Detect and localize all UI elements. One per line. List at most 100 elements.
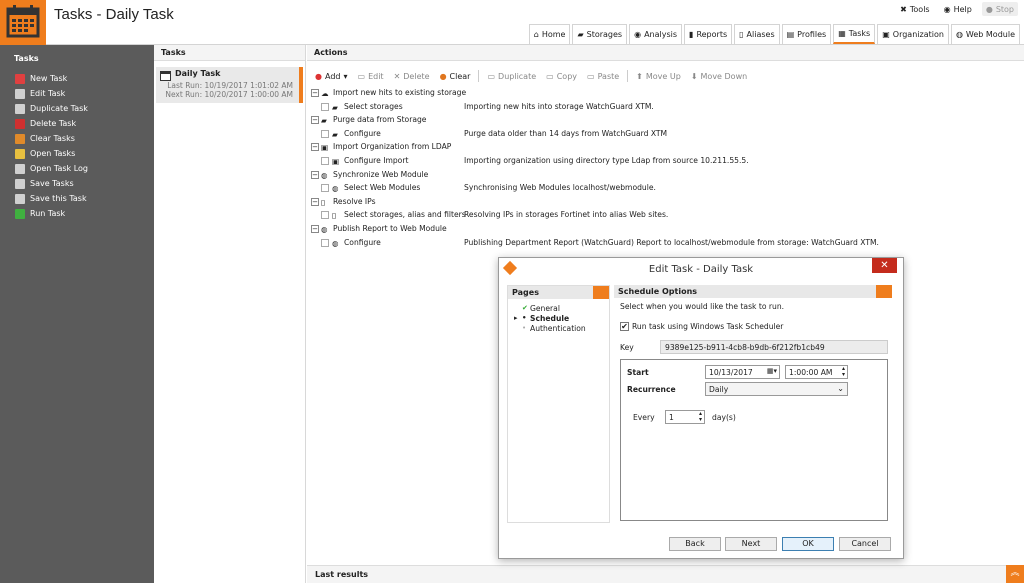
step-checkbox[interactable] xyxy=(321,102,329,111)
chevron-up-icon[interactable]: ︽ xyxy=(1006,565,1024,583)
sidebar-item-run-task[interactable]: Run Task xyxy=(0,206,154,221)
copy-button[interactable]: ▭ Copy xyxy=(542,72,581,81)
tree-row-action[interactable]: − ▯ Resolve IPs xyxy=(307,196,1024,210)
check-icon: ✔ xyxy=(522,304,528,312)
book-icon: ▯ xyxy=(321,197,326,207)
tree-row-step[interactable]: ▯ Select storages, alias and filters Resol… xyxy=(307,209,1024,223)
sidebar-item-save-tasks[interactable]: Save Tasks xyxy=(0,176,154,191)
tab-home[interactable]: ⌂ Home xyxy=(528,24,571,44)
sidebar-item-open-task-log[interactable]: Open Task Log xyxy=(0,161,154,176)
delete-icon: ✕ xyxy=(393,71,401,81)
scheduler-checkbox-row[interactable]: ✔ Run task using Windows Task Scheduler xyxy=(620,322,783,331)
tree-row-step[interactable]: ◍ Select Web Modules Synchronising Web Mod… xyxy=(307,182,1024,196)
dialog-title: Edit Task - Daily Task xyxy=(648,264,754,275)
paste-button[interactable]: ▭ Paste xyxy=(583,72,623,81)
collapse-toggle[interactable]: − xyxy=(311,197,319,206)
paste-icon: ▭ xyxy=(587,71,595,81)
sidebar-item-open-tasks[interactable]: Open Tasks xyxy=(0,146,154,161)
tab-tasks[interactable]: ▦ Tasks xyxy=(833,24,876,44)
sidebar-item-save-this-task[interactable]: Save this Task xyxy=(0,191,154,206)
tab-storages[interactable]: ▰ Storages xyxy=(572,24,628,44)
tab-analysis[interactable]: ◉ Analysis xyxy=(629,24,683,44)
every-unit-label: day(s) xyxy=(712,413,736,422)
tab-organization[interactable]: ▣ Organization xyxy=(877,24,949,44)
tree-row-action[interactable]: − ◍ Synchronize Web Module xyxy=(307,169,1024,183)
sidebar-item-label: New Task xyxy=(30,74,68,83)
tree-row-step[interactable]: ▰ Configure Purge data older than 14 days … xyxy=(307,128,1024,142)
tab-aliases[interactable]: ▯ Aliases xyxy=(734,24,780,44)
last-results-header[interactable]: Last results xyxy=(307,565,1024,583)
sidebar-item-label: Clear Tasks xyxy=(30,134,75,143)
start-date-picker[interactable]: 10/13/2017 ▦▾ xyxy=(705,365,780,379)
sidebar-item-label: Open Tasks xyxy=(30,149,76,158)
step-checkbox[interactable] xyxy=(321,129,329,138)
collapse-toggle[interactable]: − xyxy=(311,143,319,152)
action-label: Publish Report to Web Module xyxy=(333,223,447,233)
key-field: 9389e125-b911-4cb8-b9db-6f212fb1cb49 xyxy=(660,340,888,354)
spinner-icon[interactable]: ▴ ▾ xyxy=(842,366,845,378)
copy-label: Copy xyxy=(556,71,578,81)
sidebar-item-clear-tasks[interactable]: Clear Tasks xyxy=(0,131,154,146)
tree-row-step[interactable]: ◍ Configure Publishing Department Report (… xyxy=(307,237,1024,251)
step-checkbox[interactable] xyxy=(321,211,329,220)
delete-button[interactable]: ✕ Delete xyxy=(390,72,434,81)
next-button[interactable]: Next xyxy=(725,537,777,551)
tree-row-action[interactable]: − ☁ Import new hits to existing storage xyxy=(307,87,1024,101)
edit-button[interactable]: ▭ Edit xyxy=(354,72,388,81)
collapse-toggle[interactable]: − xyxy=(311,224,319,233)
add-button[interactable]: ● Add ▾ xyxy=(311,72,352,81)
tools-link[interactable]: ✖ Tools xyxy=(896,2,933,16)
collapse-toggle[interactable]: − xyxy=(311,89,319,97)
task-card[interactable]: Daily Task Last Run: 10/19/2017 1:01:02 … xyxy=(156,67,303,103)
calendar-icon: ▦ xyxy=(838,29,846,38)
spinner-icon[interactable]: ▴ ▾ xyxy=(699,411,702,423)
clear-button[interactable]: ● Clear xyxy=(436,72,475,81)
duplicate-label: Duplicate xyxy=(498,71,537,81)
every-stepper[interactable]: 1 ▴ ▾ xyxy=(665,410,705,424)
sidebar-item-edit-task[interactable]: Edit Task xyxy=(0,86,154,101)
tree-row-step[interactable]: ▰ Select storages Importing new hits into … xyxy=(307,101,1024,115)
duplicate-button[interactable]: ▭ Duplicate xyxy=(483,72,540,81)
key-label: Key xyxy=(620,343,634,352)
close-icon[interactable]: ✕ xyxy=(872,258,897,273)
tree-row-action[interactable]: − ◍ Publish Report to Web Module xyxy=(307,223,1024,237)
cancel-button[interactable]: Cancel xyxy=(839,537,891,551)
ok-button[interactable]: OK xyxy=(782,537,834,551)
sidebar-item-label: Open Task Log xyxy=(30,164,89,173)
step-checkbox[interactable] xyxy=(321,156,329,165)
move-down-button[interactable]: ⬇ Move Down xyxy=(687,72,751,81)
clear-label: Clear xyxy=(449,71,471,81)
tab-reports[interactable]: ▮ Reports xyxy=(684,24,733,44)
tab-profiles[interactable]: ▤ Profiles xyxy=(781,24,832,44)
recurrence-select[interactable]: Daily ⌄ xyxy=(705,382,848,396)
profile-icon: ▤ xyxy=(786,30,795,39)
chevron-down-icon: ⌄ xyxy=(837,384,844,393)
stop-button[interactable]: ● Stop xyxy=(981,2,1018,16)
tree-row-action[interactable]: − ▣ Import Organization from LDAP xyxy=(307,141,1024,155)
move-up-button[interactable]: ⬆ Move Up xyxy=(632,72,685,81)
help-link[interactable]: ◉ Help xyxy=(940,2,976,16)
step-checkbox[interactable] xyxy=(321,238,329,247)
page-authentication[interactable]: • Authentication xyxy=(508,324,609,334)
sidebar-item-delete-task[interactable]: Delete Task xyxy=(0,116,154,131)
toolbar-divider xyxy=(627,70,629,82)
tab-web-module[interactable]: ◍ Web Module xyxy=(950,24,1020,44)
start-time-field[interactable]: 1:00:00 AM ▴ ▾ xyxy=(785,365,848,379)
back-button[interactable]: Back xyxy=(669,537,721,551)
sidebar-item-new-task[interactable]: New Task xyxy=(0,71,154,86)
collapse-toggle[interactable]: − xyxy=(311,116,319,125)
stop-label: Stop xyxy=(995,4,1014,14)
delete-label: Delete xyxy=(403,71,430,81)
globe-icon: ◍ xyxy=(321,170,328,180)
sidebar-item-duplicate-task[interactable]: Duplicate Task xyxy=(0,101,154,116)
tree-row-step[interactable]: ▣ Configure Import Importing organization … xyxy=(307,155,1024,169)
page-general[interactable]: ✔ General xyxy=(508,304,609,314)
tree-row-action[interactable]: − ▰ Purge data from Storage xyxy=(307,114,1024,128)
collapse-toggle[interactable]: − xyxy=(311,170,319,179)
step-checkbox[interactable] xyxy=(321,184,329,193)
every-label: Every xyxy=(633,413,655,422)
edit-task-dialog: Edit Task - Daily Task ✕ Pages ✔ General … xyxy=(498,257,904,559)
step-label: Select Web Modules xyxy=(344,183,421,193)
page-schedule[interactable]: ▸ • Schedule xyxy=(508,314,609,324)
scheduler-checkbox[interactable]: ✔ xyxy=(620,322,629,331)
